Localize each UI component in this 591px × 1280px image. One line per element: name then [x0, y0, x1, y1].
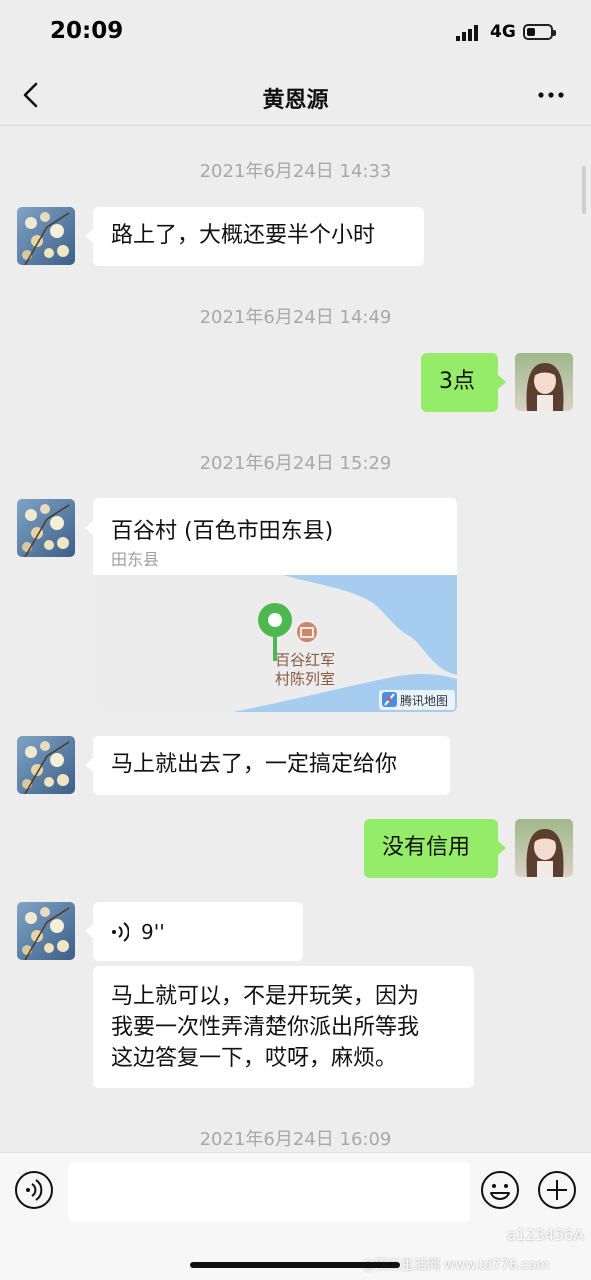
user-avatar[interactable] [515, 819, 573, 877]
status-bar: 20:09 4G [0, 0, 591, 64]
location-subtitle: 田东县 [111, 550, 160, 569]
bubble-tail [85, 924, 93, 938]
chat-title: 黄恩源 [262, 88, 329, 113]
battery-icon [523, 24, 556, 40]
bubble-tail [498, 375, 506, 389]
map-poi-label-1: 百谷红军 [275, 651, 335, 669]
chat-header: 黄恩源 [0, 64, 591, 126]
user-avatar[interactable] [515, 353, 573, 411]
message-bubble-outgoing[interactable]: 没有信用 [364, 819, 498, 878]
message-text: 没有信用 [382, 835, 471, 860]
map-poi-label-2: 村陈列室 [275, 670, 335, 688]
home-indicator[interactable] [190, 1262, 400, 1268]
timestamp: 2021年6月24日 14:49 [199, 307, 392, 328]
voice-message-bubble[interactable]: 9'' [93, 902, 303, 961]
voice-input-icon[interactable] [14, 1170, 54, 1210]
location-card[interactable]: 百谷村 (百色市田东县) 田东县 百谷红军 村陈列室 腾讯地图 [93, 498, 457, 712]
emoji-icon[interactable] [480, 1170, 520, 1210]
message-bubble-incoming[interactable]: 马上就出去了，一定搞定给你 [93, 736, 450, 795]
voice-duration: 9'' [141, 920, 165, 944]
message-text-line: 我要一次性弄清楚你派出所等我 [111, 1015, 420, 1040]
message-text: 路上了，大概还要半个小时 [111, 223, 376, 248]
timestamp: 2021年6月24日 14:33 [199, 161, 392, 182]
message-input[interactable] [68, 1162, 470, 1222]
contact-avatar[interactable] [17, 207, 75, 265]
contact-avatar[interactable] [17, 902, 75, 960]
bubble-tail [85, 758, 93, 772]
timestamp: 2021年6月24日 16:09 [199, 1129, 392, 1150]
timestamp: 2021年6月24日 15:29 [199, 453, 392, 474]
message-text: 马上就出去了，一定搞定给你 [111, 752, 398, 777]
location-title: 百谷村 (百色市田东县) [111, 519, 334, 544]
contact-avatar[interactable] [17, 736, 75, 794]
message-bubble-incoming[interactable]: 马上就可以，不是开玩笑，因为 我要一次性弄清楚你派出所等我 这边答复一下，哎呀，… [93, 966, 474, 1088]
location-map[interactable]: 百谷红军 村陈列室 腾讯地图 [93, 575, 457, 712]
message-text: 3点 [439, 369, 475, 394]
add-more-icon[interactable] [537, 1170, 577, 1210]
contact-avatar[interactable] [17, 499, 75, 557]
message-text-line: 马上就可以，不是开玩笑，因为 [111, 984, 420, 1009]
tencent-maps-logo-icon [382, 692, 397, 707]
message-bubble-incoming[interactable]: 路上了，大概还要半个小时 [93, 207, 424, 266]
museum-poi-icon [297, 622, 317, 642]
voice-wave-icon [112, 922, 129, 942]
network-type: 4G [490, 22, 516, 42]
watermark-text: a123456A [507, 1226, 584, 1244]
message-text-line: 这边答复一下，哎呀，麻烦。 [111, 1046, 398, 1071]
message-bubble-outgoing[interactable]: 3点 [421, 353, 498, 412]
map-brand-label: 腾讯地图 [400, 693, 448, 708]
bubble-tail [498, 841, 506, 855]
more-options-icon[interactable] [536, 86, 566, 104]
cellular-signal-icon [456, 25, 478, 41]
bubble-tail [85, 229, 93, 243]
bubble-tail [85, 521, 93, 535]
status-time: 20:09 [50, 18, 124, 44]
